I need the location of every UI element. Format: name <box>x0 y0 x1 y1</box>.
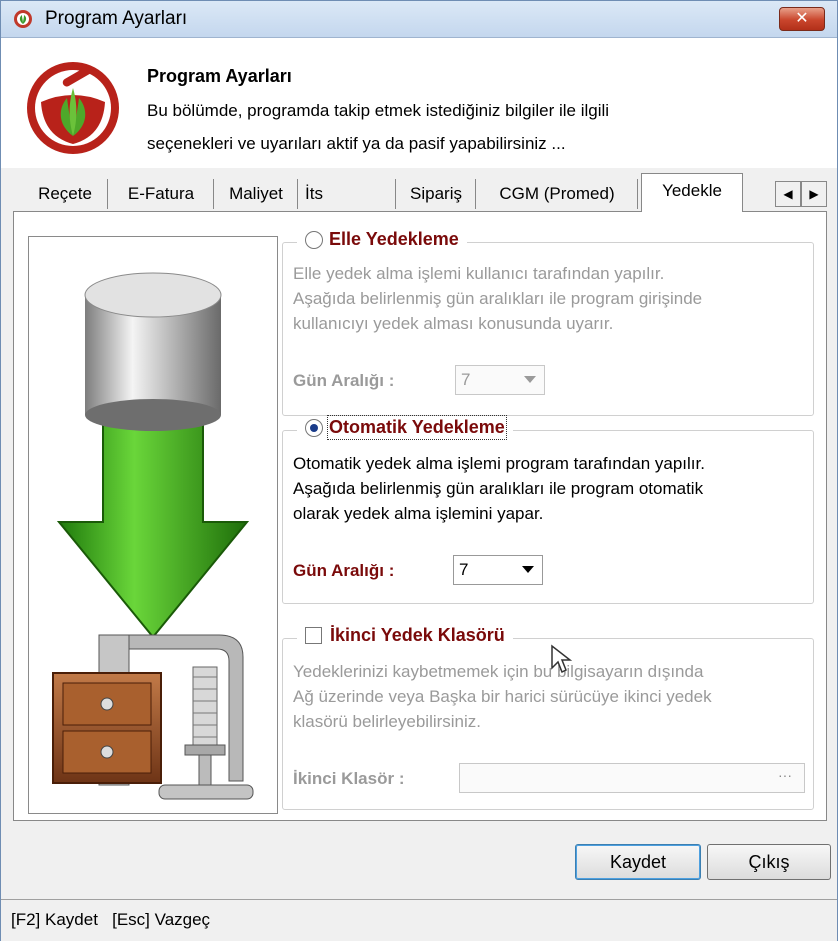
manual-interval-value: 7 <box>461 370 471 389</box>
auto-backup-title: Otomatik Yedekleme <box>327 415 507 440</box>
second-folder-description: Yedeklerinizi kaybetmemek için bu bilgis… <box>293 659 712 734</box>
second-folder-group: İkinci Yedek Klasörü Yedeklerinizi kaybe… <box>282 625 814 810</box>
manual-desc-line2: Aşağıda belirlenmiş gün aralıkları ile p… <box>293 289 703 308</box>
status-text: [F2] Kaydet [Esc] Vazgeç <box>11 910 211 929</box>
app-logo-icon <box>14 10 32 28</box>
manual-desc-line1: Elle yedek alma işlemi kullanıcı tarafın… <box>293 264 665 283</box>
manual-interval-label: Gün Aralığı : <box>293 371 395 390</box>
second-desc-line2: Ağ üzerinde veya Başka bir harici sürücü… <box>293 687 712 706</box>
tab-scroll-right-icon[interactable]: ▶ <box>801 181 827 207</box>
mouse-cursor-icon <box>551 644 573 674</box>
title-bar[interactable]: Program Ayarları ✕ <box>1 1 837 38</box>
manual-backup-radio[interactable] <box>305 230 323 249</box>
auto-backup-description: Otomatik yedek alma işlemi program taraf… <box>293 451 705 526</box>
window-title: Program Ayarları <box>45 8 188 29</box>
auto-interval-select[interactable]: 7 <box>453 555 543 585</box>
header-description-line1: Bu bölümde, programda takip etmek istedi… <box>147 101 610 120</box>
backup-illustration-frame <box>28 236 278 814</box>
auto-backup-radio[interactable] <box>305 418 323 437</box>
tab-strip: Reçete E-Fatura Maliyet İts Sipariş CGM … <box>1 169 837 212</box>
auto-desc-line1: Otomatik yedek alma işlemi program taraf… <box>293 454 705 473</box>
second-folder-input[interactable]: ··· <box>459 763 805 793</box>
header-description-line2: seçenekleri ve uyarıları aktif ya da pas… <box>147 134 566 153</box>
browse-icon[interactable]: ··· <box>770 768 800 788</box>
chevron-down-icon <box>524 376 536 383</box>
tab-cgm-promed[interactable]: CGM (Promed) <box>477 179 638 209</box>
tab-e-fatura[interactable]: E-Fatura <box>109 179 214 209</box>
auto-desc-line3: olarak yedek alma işlemini yapar. <box>293 504 544 523</box>
close-button[interactable]: ✕ <box>779 7 825 31</box>
auto-backup-group: Otomatik Yedekleme Otomatik yedek alma i… <box>282 415 814 604</box>
second-folder-checkbox[interactable] <box>305 627 322 644</box>
chevron-down-icon <box>522 566 534 573</box>
save-button[interactable]: Kaydet <box>575 844 701 880</box>
program-settings-window: Program Ayarları ✕ Program Ayarları Bu b… <box>0 0 838 941</box>
close-icon: ✕ <box>795 10 809 27</box>
manual-interval-select[interactable]: 7 <box>455 365 545 395</box>
tab-siparis[interactable]: Sipariş <box>397 179 476 209</box>
header-description: Bu bölümde, programda takip etmek istedi… <box>147 94 787 160</box>
tab-yedekle[interactable]: Yedekle <box>641 173 743 212</box>
status-bar: [F2] Kaydet [Esc] Vazgeç <box>1 899 837 941</box>
tab-recete[interactable]: Reçete <box>23 179 108 209</box>
tab-its[interactable]: İts <box>299 179 396 209</box>
manual-backup-title: Elle Yedekleme <box>329 229 459 249</box>
second-desc-line1: Yedeklerinizi kaybetmemek için bu bilgis… <box>293 662 704 681</box>
exit-button[interactable]: Çıkış <box>707 844 831 880</box>
tab-maliyet[interactable]: Maliyet <box>215 179 298 209</box>
header-title: Program Ayarları <box>147 66 292 86</box>
second-folder-option[interactable]: İkinci Yedek Klasörü <box>297 625 513 646</box>
backup-tab-panel: Elle Yedekleme Elle yedek alma işlemi ku… <box>13 211 827 821</box>
manual-backup-group: Elle Yedekleme Elle yedek alma işlemi ku… <box>282 229 814 416</box>
header-panel: Program Ayarları Bu bölümde, programda t… <box>1 38 837 168</box>
database-download-icon <box>52 272 254 800</box>
auto-backup-option[interactable]: Otomatik Yedekleme <box>297 415 513 440</box>
second-desc-line3: klasörü belirleyebilirsiniz. <box>293 712 482 731</box>
app-logo <box>27 62 119 154</box>
manual-desc-line3: kullanıcıyı yedek alması konusunda uyarı… <box>293 314 614 333</box>
auto-interval-value: 7 <box>459 560 469 579</box>
auto-interval-label: Gün Aralığı : <box>293 561 395 580</box>
second-folder-label: İkinci Klasör : <box>293 769 405 788</box>
manual-backup-option[interactable]: Elle Yedekleme <box>297 229 467 250</box>
auto-desc-line2: Aşağıda belirlenmiş gün aralıkları ile p… <box>293 479 704 498</box>
second-folder-title: İkinci Yedek Klasörü <box>330 625 505 645</box>
tab-scroll-left-icon[interactable]: ◀ <box>775 181 801 207</box>
manual-backup-description: Elle yedek alma işlemi kullanıcı tarafın… <box>293 261 702 336</box>
